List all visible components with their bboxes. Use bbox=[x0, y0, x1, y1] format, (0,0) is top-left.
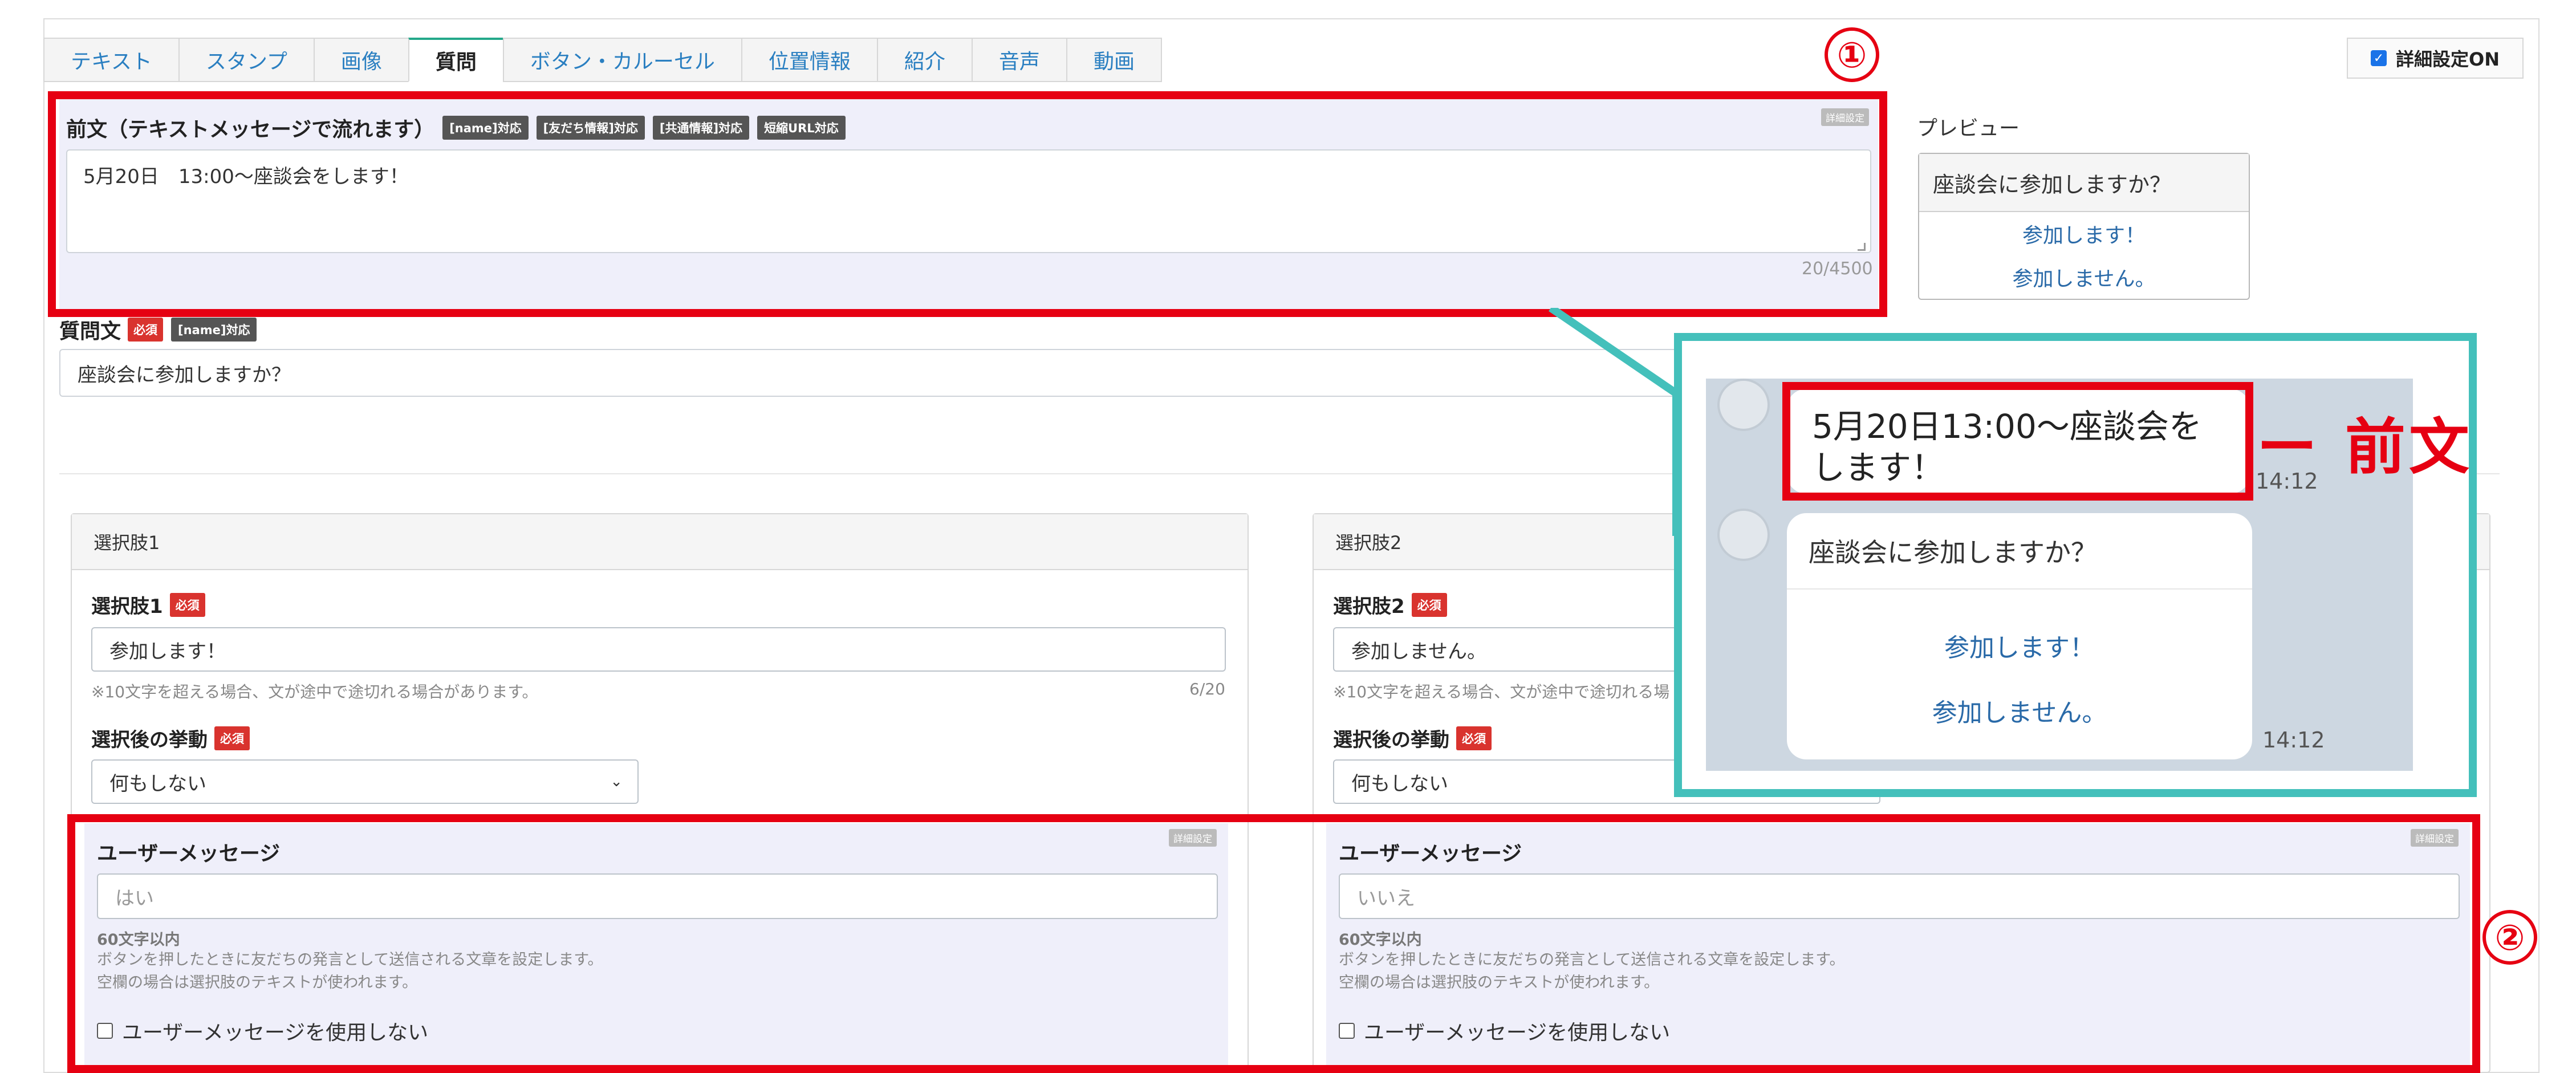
question-bubble-button-1[interactable]: 参加します！ bbox=[1787, 627, 2252, 664]
highlight-pre-text-bubble bbox=[1782, 382, 2253, 501]
question-input[interactable]: 座談会に参加しますか？ bbox=[59, 349, 1701, 397]
highlight-pre-text bbox=[48, 91, 1887, 317]
marker-number-1: ① bbox=[1825, 27, 1879, 82]
question-heading-row: 質問文 必須 [name]対応 bbox=[59, 315, 257, 344]
choice-panel-1-header: 選択肢1 bbox=[72, 514, 1248, 570]
tab-image[interactable]: 画像 bbox=[313, 38, 409, 82]
required-badge: 必須 bbox=[128, 318, 164, 342]
tab-button-carousel[interactable]: ボタン・カルーセル bbox=[502, 38, 742, 82]
choice-2-action-value: 何もしない bbox=[1351, 772, 1448, 795]
choice-2-action-label: 選択後の挙動 bbox=[1333, 729, 1449, 751]
checkbox-checked-icon[interactable]: ✓ bbox=[2371, 50, 2387, 66]
required-badge: 必須 bbox=[214, 726, 250, 750]
required-badge: 必須 bbox=[169, 592, 205, 617]
tag-name-support: [name]対応 bbox=[171, 318, 257, 342]
preview-question: 座談会に参加しますか？ bbox=[1919, 154, 2249, 212]
avatar-icon bbox=[1717, 509, 1770, 561]
choice-2-label: 選択肢2 bbox=[1333, 595, 1405, 618]
choice-1-label: 選択肢1 bbox=[91, 595, 163, 618]
choice-1-action-value: 何もしない bbox=[109, 772, 206, 795]
choice-1-input[interactable]: 参加します！ bbox=[91, 627, 1226, 672]
message-type-tabs: テキスト スタンプ 画像 質問 ボタン・カルーセル 位置情報 紹介 音声 動画 bbox=[43, 38, 1162, 82]
choice-1-action-label-row: 選択後の挙動 必須 bbox=[91, 724, 250, 752]
tab-stamp[interactable]: スタンプ bbox=[178, 38, 315, 82]
choice-1-label-row: 選択肢1 必須 bbox=[91, 591, 205, 619]
preview-title: プレビュー bbox=[1917, 117, 2020, 140]
highlight-user-message bbox=[67, 814, 2480, 1073]
choice-2-hint: ※10文字を超える場合、文が途中で途切れる場 bbox=[1333, 682, 1670, 701]
message-time-2: 14:12 bbox=[2262, 727, 2325, 753]
tab-text[interactable]: テキスト bbox=[43, 38, 180, 82]
required-badge: 必須 bbox=[1411, 592, 1447, 617]
tab-question[interactable]: 質問 bbox=[408, 38, 504, 82]
chevron-down-icon: ⌄ bbox=[610, 773, 623, 790]
choice-1-char-count: 6/20 bbox=[1189, 680, 1225, 698]
choice-1-hint: ※10文字を超える場合、文が途中で途切れる場合があります。 bbox=[91, 682, 538, 701]
detail-setting-label: 詳細設定ON bbox=[2396, 48, 2500, 70]
question-bubble-text: 座談会に参加しますか？ bbox=[1787, 513, 2252, 590]
choice-2-label-row: 選択肢2 必須 bbox=[1333, 591, 1447, 619]
required-badge: 必須 bbox=[1456, 726, 1492, 750]
avatar-icon bbox=[1717, 379, 1770, 431]
question-heading: 質問文 bbox=[59, 320, 121, 343]
question-bubble-button-2[interactable]: 参加しません。 bbox=[1787, 692, 2252, 729]
pre-text-annotation: ー 前文 bbox=[2257, 412, 2473, 482]
tab-introduction[interactable]: 紹介 bbox=[876, 38, 973, 82]
preview-button-1[interactable]: 参加します！ bbox=[1919, 219, 2249, 249]
marker-number-2: ② bbox=[2482, 910, 2537, 965]
preview-button-2[interactable]: 参加しません。 bbox=[1919, 262, 2249, 292]
detail-setting-toggle[interactable]: ✓ 詳細設定ON bbox=[2347, 38, 2524, 79]
tab-audio[interactable]: 音声 bbox=[971, 38, 1067, 82]
choice-2-action-label-row: 選択後の挙動 必須 bbox=[1333, 724, 1492, 752]
tab-location[interactable]: 位置情報 bbox=[741, 38, 878, 82]
choice-1-action-label: 選択後の挙動 bbox=[91, 729, 208, 751]
choice-1-action-select[interactable]: 何もしない ⌄ bbox=[91, 759, 639, 804]
tab-video[interactable]: 動画 bbox=[1066, 38, 1162, 82]
